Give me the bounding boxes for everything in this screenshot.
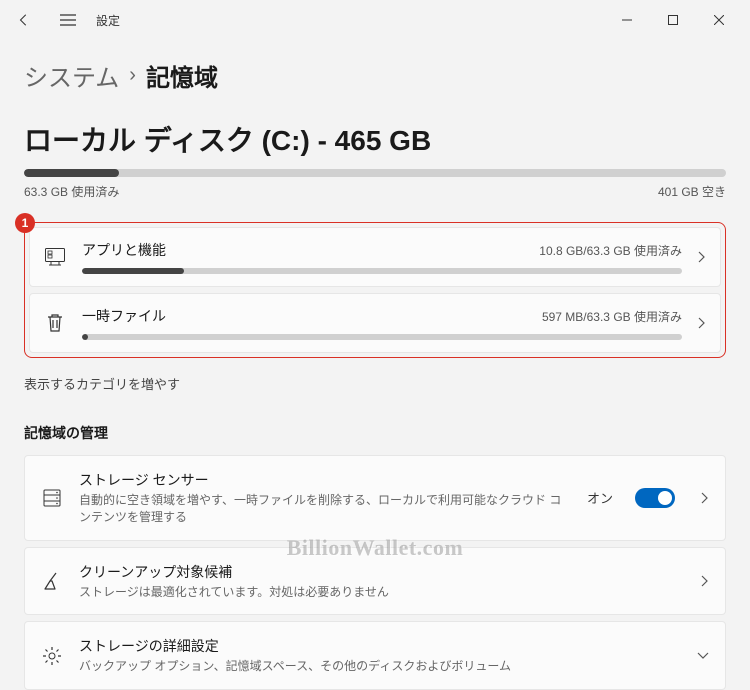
annotation-highlight: 1 アプリと機能 10.8 GB/63.3 GB 使用済み 一時ファイル — [24, 222, 726, 358]
advanced-sub: バックアップ オプション、記憶域スペース、その他のディスクおよびボリューム — [79, 658, 681, 675]
category-apps[interactable]: アプリと機能 10.8 GB/63.3 GB 使用済み — [29, 227, 721, 287]
window-title: 設定 — [96, 12, 120, 29]
breadcrumb: システム › 記憶域 — [24, 58, 726, 93]
chevron-right-icon — [701, 575, 709, 587]
chevron-right-icon — [698, 317, 706, 329]
back-button[interactable] — [8, 4, 40, 36]
storage-sense-title: ストレージ センサー — [79, 470, 571, 490]
storage-sense-icon — [41, 487, 63, 509]
category-temp-bar — [82, 334, 682, 340]
category-apps-bar — [82, 268, 682, 274]
toggle-label: オン — [587, 488, 613, 507]
disk-title: ローカル ディスク (C:) - 465 GB — [24, 119, 726, 159]
titlebar: 設定 — [0, 0, 750, 40]
annotation-badge: 1 — [15, 213, 35, 233]
show-more-categories-link[interactable]: 表示するカテゴリを増やす — [24, 374, 726, 393]
advanced-storage-card[interactable]: ストレージの詳細設定 バックアップ オプション、記憶域スペース、その他のディスク… — [24, 621, 726, 690]
storage-mgmt-header: 記憶域の管理 — [24, 423, 726, 443]
category-temp-stat: 597 MB/63.3 GB 使用済み — [542, 308, 682, 325]
category-apps-stat: 10.8 GB/63.3 GB 使用済み — [539, 242, 682, 259]
menu-button[interactable] — [52, 4, 84, 36]
storage-sense-sub: 自動的に空き領域を増やす、一時ファイルを削除する、ローカルで利用可能なクラウド … — [79, 492, 571, 526]
breadcrumb-separator: › — [129, 64, 136, 87]
trash-icon — [44, 312, 66, 334]
disk-usage-bar — [24, 169, 726, 177]
breadcrumb-parent[interactable]: システム — [24, 58, 119, 93]
storage-sense-card[interactable]: ストレージ センサー 自動的に空き領域を増やす、一時ファイルを削除する、ローカル… — [24, 455, 726, 541]
cleanup-title: クリーンアップ対象候補 — [79, 562, 685, 582]
minimize-button[interactable] — [604, 4, 650, 36]
cleanup-sub: ストレージは最適化されています。対処は必要ありません — [79, 584, 685, 601]
disk-free-label: 401 GB 空き — [658, 183, 726, 200]
category-apps-title: アプリと機能 — [82, 240, 166, 260]
chevron-right-icon — [701, 492, 709, 504]
gear-icon — [41, 645, 63, 667]
broom-icon — [41, 570, 63, 592]
storage-sense-toggle[interactable] — [635, 488, 675, 508]
disk-usage-fill — [24, 169, 119, 177]
close-button[interactable] — [696, 4, 742, 36]
maximize-button[interactable] — [650, 4, 696, 36]
chevron-right-icon — [698, 251, 706, 263]
category-temp-title: 一時ファイル — [82, 306, 166, 326]
cleanup-card[interactable]: クリーンアップ対象候補 ストレージは最適化されています。対処は必要ありません — [24, 547, 726, 616]
breadcrumb-current: 記憶域 — [146, 58, 218, 93]
advanced-title: ストレージの詳細設定 — [79, 636, 681, 656]
category-temp[interactable]: 一時ファイル 597 MB/63.3 GB 使用済み — [29, 293, 721, 353]
disk-used-label: 63.3 GB 使用済み — [24, 183, 119, 200]
apps-icon — [44, 246, 66, 268]
